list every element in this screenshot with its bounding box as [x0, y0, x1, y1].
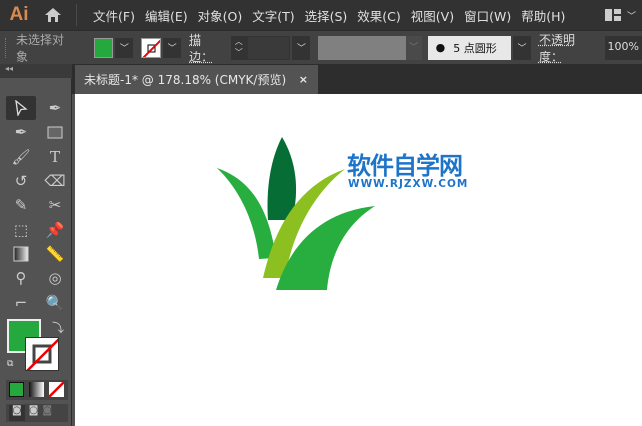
selection-status: 未选择对象	[15, 32, 64, 64]
profile-dropdown[interactable]: ﹀	[405, 35, 422, 60]
measure-tool-icon[interactable]: 📏	[40, 242, 70, 266]
opacity-label[interactable]: 不透明度：	[539, 31, 599, 65]
logo-url: WWW.RJZXW.COM	[348, 178, 469, 190]
zoom-tool-icon[interactable]: 🔍	[40, 290, 70, 314]
menu-edit[interactable]: 编辑(E)	[141, 6, 194, 25]
selection-tool-icon[interactable]	[6, 96, 36, 121]
menu-view[interactable]: 视图(V)	[407, 6, 460, 25]
variable-width-profile[interactable]	[318, 35, 406, 60]
shape-builder-tool-icon[interactable]: ◎	[40, 266, 70, 290]
menu-help[interactable]: 帮助(H)	[517, 6, 571, 25]
draw-normal-icon[interactable]: ◙	[9, 405, 25, 421]
tools-panel: ✒ ✒ 🖌 T ↺ ⌫ ✎ ✂ ⬚ 📌 📏 ⚲ ◎ ⌐ 🔍 ⤵ ⧉ ◙ ◙ ◙	[0, 78, 72, 426]
direct-selection-pen-icon[interactable]: ✒	[40, 96, 70, 120]
pencil-tool-icon[interactable]: ✎	[6, 193, 36, 217]
logo-title: 软件自学网	[347, 152, 463, 180]
close-tab-icon[interactable]: ×	[299, 73, 308, 86]
document-tabs: 未标题-1* @ 178.18% (CMYK/预览) ×	[0, 64, 642, 94]
brush-label: 5 点圆形	[453, 41, 497, 55]
divider	[76, 4, 77, 26]
stroke-dropdown[interactable]: ﹀	[163, 37, 182, 58]
default-colors-icon[interactable]: ⧉	[7, 359, 13, 369]
stroke-weight-dropdown[interactable]: ﹀	[292, 35, 311, 60]
menu-window[interactable]: 窗口(W)	[460, 6, 517, 25]
menu-bar: Ai 文件(F) 编辑(E) 对象(O) 文字(T) 选择(S) 效果(C) 视…	[0, 0, 642, 30]
stroke-swatch[interactable]	[141, 37, 162, 58]
paintbrush-tool-icon[interactable]: 🖌	[6, 145, 36, 169]
swap-colors-icon[interactable]: ⤵	[52, 319, 64, 336]
rectangle-tool-icon[interactable]	[40, 120, 70, 144]
chevron-down-icon: ﹀	[626, 11, 636, 22]
toolbar-collapse[interactable]: ◂◂	[0, 64, 72, 78]
free-transform-tool-icon[interactable]: ⬚	[6, 217, 36, 241]
rotate-tool-icon[interactable]: ↺	[6, 169, 36, 193]
logo-artwork	[217, 137, 375, 290]
artboard-canvas[interactable]: 软件自学网 WWW.RJZXW.COM	[75, 94, 642, 426]
menu-type[interactable]: 文字(T)	[248, 6, 300, 25]
leaf-dark	[267, 137, 297, 220]
grip-handle[interactable]	[5, 37, 9, 58]
draw-behind-icon[interactable]: ◙	[29, 405, 39, 421]
draw-mode-buttons: ◙ ◙ ◙	[6, 404, 68, 422]
leaf-left	[217, 168, 276, 259]
stroke-stepper[interactable]: ︿ ﹀	[230, 35, 247, 60]
color-mode-icon[interactable]	[9, 382, 24, 397]
home-icon[interactable]	[38, 7, 68, 23]
gradient-mode-icon[interactable]	[29, 382, 44, 397]
menu-effect[interactable]: 效果(C)	[353, 6, 406, 25]
menu-object[interactable]: 对象(O)	[194, 6, 249, 25]
curvature-tool-icon[interactable]: ✒	[6, 120, 36, 144]
menu-select[interactable]: 选择(S)	[301, 6, 354, 25]
artboard-tool-icon[interactable]: ⌐	[6, 290, 36, 314]
stroke-color-box[interactable]	[25, 337, 59, 371]
layout-icon	[604, 9, 621, 21]
stroke-label[interactable]: 描边：	[189, 31, 225, 65]
gradient-tool-icon[interactable]	[6, 242, 36, 266]
none-mode-icon[interactable]	[49, 382, 64, 397]
control-bar: 未选择对象 ﹀ ﹀ 描边： ︿ ﹀ ﹀ ﹀ ● 5 点圆形 ﹀ 不透明度： 100%	[0, 30, 642, 64]
fill-dropdown[interactable]: ﹀	[115, 37, 134, 58]
opacity-input[interactable]: 100%	[604, 35, 642, 60]
color-mode-buttons	[6, 380, 68, 400]
eraser-tool-icon[interactable]: ⌫	[40, 169, 70, 193]
document-tab[interactable]: 未标题-1* @ 178.18% (CMYK/预览) ×	[75, 65, 318, 94]
stroke-weight-input[interactable]	[246, 35, 291, 60]
workspace-switcher[interactable]: ﹀	[604, 9, 642, 22]
type-tool-icon[interactable]: T	[40, 145, 70, 169]
menu-file[interactable]: 文件(F)	[89, 6, 141, 25]
brush-dot-icon: ●	[435, 41, 446, 54]
document-tab-title: 未标题-1* @ 178.18% (CMYK/预览)	[84, 73, 287, 87]
puppet-warp-tool-icon[interactable]: 📌	[40, 217, 70, 241]
fill-swatch[interactable]	[93, 37, 114, 58]
app-logo: Ai	[9, 4, 29, 25]
brush-select[interactable]: ● 5 点圆形	[427, 35, 512, 60]
scissors-tool-icon[interactable]: ✂	[40, 193, 70, 217]
brush-dropdown[interactable]: ﹀	[513, 35, 531, 60]
draw-inside-icon[interactable]: ◙	[42, 405, 52, 421]
eyedropper-tool-icon[interactable]: ⚲	[6, 266, 36, 290]
